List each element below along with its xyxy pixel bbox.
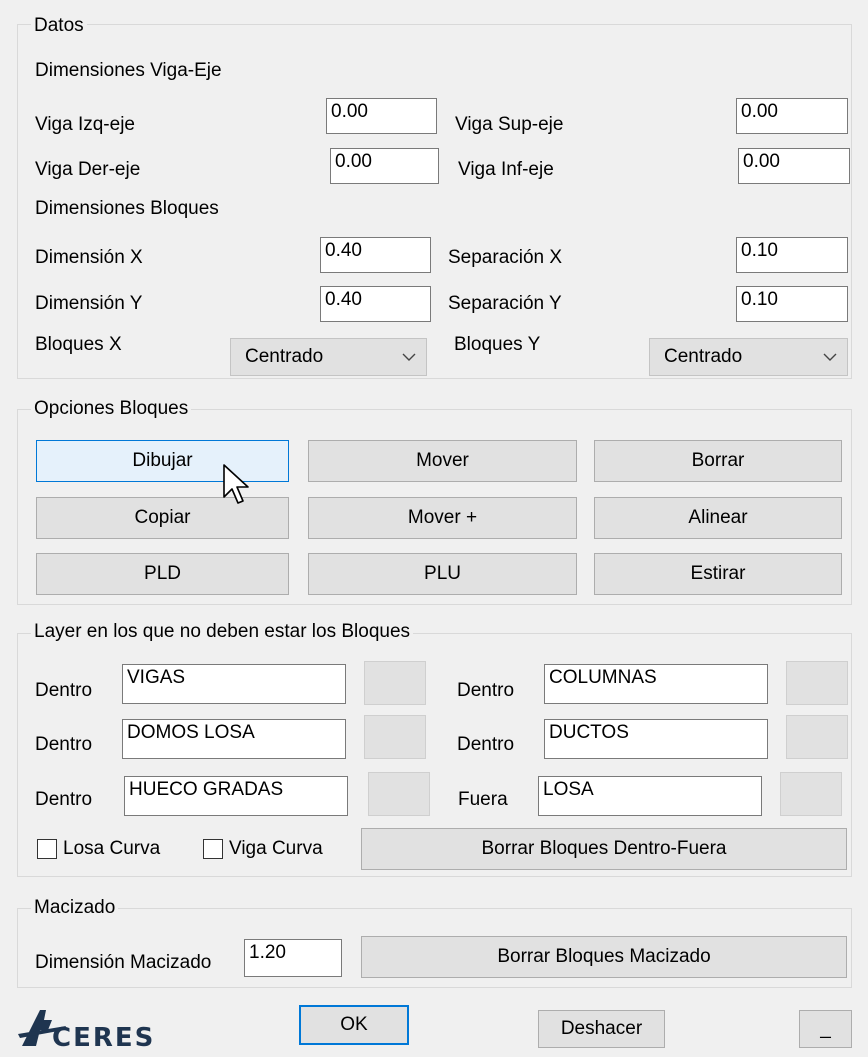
viga-eje-heading: Dimensiones Viga-Eje <box>35 60 222 81</box>
macizado-dim-label: Dimensión Macizado <box>35 952 212 973</box>
layer-row3-left-input[interactable]: HUECO GRADAS <box>124 776 348 816</box>
viga-izq-label: Viga Izq-eje <box>35 114 135 135</box>
viga-sup-input[interactable]: 0.00 <box>736 98 848 134</box>
layer-row3-right-button[interactable] <box>780 772 842 816</box>
bloques-y-value: Centrado <box>664 346 743 367</box>
mover-button[interactable]: Mover <box>308 440 577 482</box>
layer-row2-left-input[interactable]: DOMOS LOSA <box>122 719 346 759</box>
layer-row3-right-input[interactable]: LOSA <box>538 776 762 816</box>
sep-x-label: Separación X <box>448 247 563 268</box>
minimize-button[interactable]: _ <box>799 1010 852 1048</box>
viga-inf-label: Viga Inf-eje <box>458 159 554 180</box>
bloques-x-value: Centrado <box>245 346 324 367</box>
plu-button[interactable]: PLU <box>308 553 577 595</box>
borrar-macizado-button[interactable]: Borrar Bloques Macizado <box>361 936 847 978</box>
opciones-title: Opciones Bloques <box>31 398 192 420</box>
viga-der-input[interactable]: 0.00 <box>330 148 439 184</box>
ok-button[interactable]: OK <box>299 1005 409 1045</box>
borrar-dentro-fuera-button[interactable]: Borrar Bloques Dentro-Fuera <box>361 828 847 870</box>
layer-row3-left-label: Dentro <box>35 789 93 810</box>
layer-row1-left-button[interactable] <box>364 661 426 705</box>
deshacer-button[interactable]: Deshacer <box>538 1010 665 1048</box>
chevron-down-icon <box>402 340 416 387</box>
viga-inf-input[interactable]: 0.00 <box>738 148 850 184</box>
sep-y-input[interactable]: 0.10 <box>736 286 848 322</box>
arrow-cursor-icon <box>222 463 252 515</box>
mover-plus-button[interactable]: Mover + <box>308 497 577 539</box>
dim-x-input[interactable]: 0.40 <box>320 237 431 273</box>
macizado-dim-input[interactable]: 1.20 <box>244 939 342 977</box>
dim-y-input[interactable]: 0.40 <box>320 286 431 322</box>
layer-row3-left-button[interactable] <box>368 772 430 816</box>
layer-row2-left-button[interactable] <box>364 715 426 759</box>
bloques-x-label: Bloques X <box>35 334 122 355</box>
bloques-heading: Dimensiones Bloques <box>35 198 219 219</box>
viga-curva-checkbox[interactable] <box>203 839 223 859</box>
bloques-y-select[interactable]: Centrado <box>649 338 848 376</box>
dim-y-label: Dimensión Y <box>35 293 143 314</box>
chevron-down-icon <box>823 340 837 387</box>
losa-curva-label: Losa Curva <box>63 838 161 859</box>
alinear-button[interactable]: Alinear <box>594 497 842 539</box>
bloques-x-select[interactable]: Centrado <box>230 338 427 376</box>
layer-row2-left-label: Dentro <box>35 734 93 755</box>
viga-curva-label: Viga Curva <box>229 838 323 859</box>
viga-der-label: Viga Der-eje <box>35 159 141 180</box>
estirar-button[interactable]: Estirar <box>594 553 842 595</box>
pld-button[interactable]: PLD <box>36 553 289 595</box>
logo-text: CERES <box>52 1023 156 1053</box>
macizado-title: Macizado <box>31 897 119 919</box>
layer-row1-right-label: Dentro <box>457 680 515 701</box>
viga-sup-label: Viga Sup-eje <box>455 114 564 135</box>
bloques-y-label: Bloques Y <box>454 334 541 355</box>
layer-row1-left-label: Dentro <box>35 680 93 701</box>
dim-x-label: Dimensión X <box>35 247 143 268</box>
viga-izq-input[interactable]: 0.00 <box>326 98 437 134</box>
layers-title: Layer en los que no deben estar los Bloq… <box>31 621 414 643</box>
layer-row1-right-input[interactable]: COLUMNAS <box>544 664 768 704</box>
sep-x-input[interactable]: 0.10 <box>736 237 848 273</box>
borrar-button[interactable]: Borrar <box>594 440 842 482</box>
layer-row3-right-label: Fuera <box>458 789 508 810</box>
layer-row2-right-button[interactable] <box>786 715 848 759</box>
layer-row1-left-input[interactable]: VIGAS <box>122 664 346 704</box>
datos-title: Datos <box>31 15 87 37</box>
layer-row2-right-label: Dentro <box>457 734 515 755</box>
layer-row2-right-input[interactable]: DUCTOS <box>544 719 768 759</box>
sep-y-label: Separación Y <box>448 293 562 314</box>
layer-row1-right-button[interactable] <box>786 661 848 705</box>
losa-curva-checkbox[interactable] <box>37 839 57 859</box>
